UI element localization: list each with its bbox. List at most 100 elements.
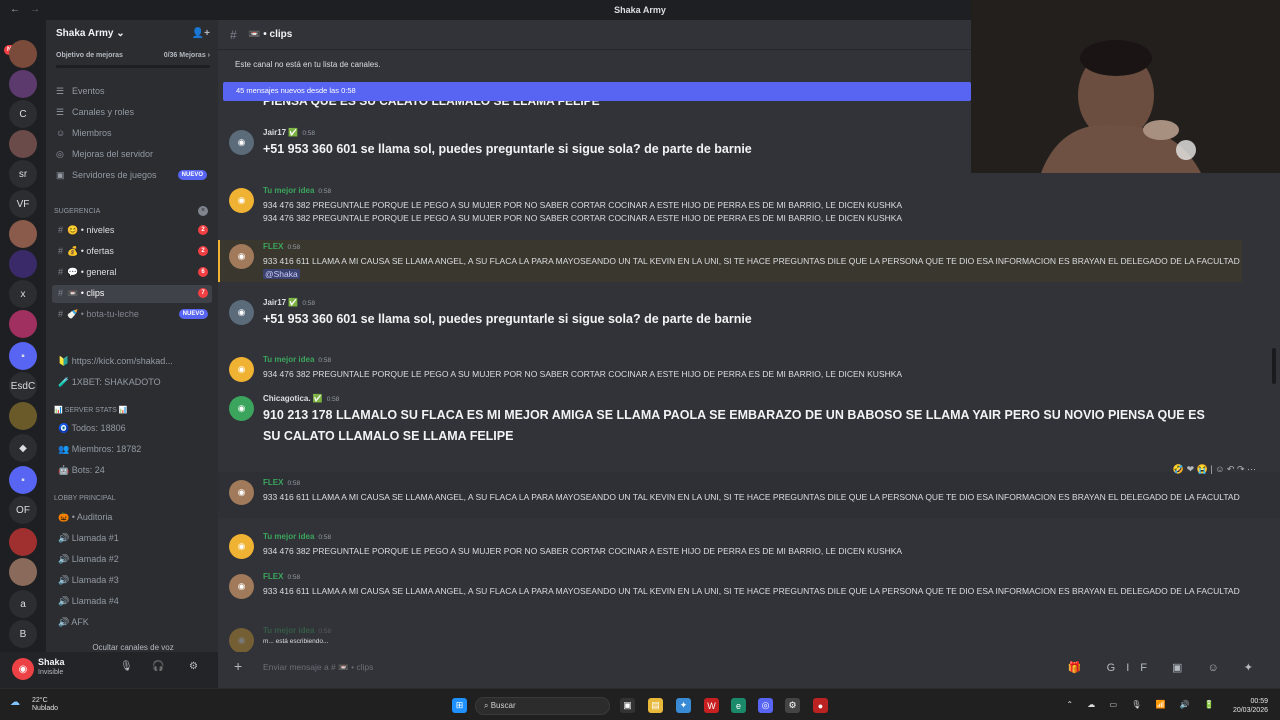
stat-label: 🤖 Bots: 24 [58,465,105,475]
message-avatar[interactable]: ◉ [229,130,254,155]
server-icon[interactable] [9,558,37,586]
message-avatar[interactable]: ◉ [229,300,254,325]
message-avatar[interactable]: ◉ [229,396,254,421]
file-explorer-icon[interactable]: ▤ [648,698,663,713]
stat-channel[interactable]: 🤖 Bots: 24 [52,462,212,480]
link-channel[interactable]: 🔰 https://kick.com/shakad... [52,353,212,371]
message-avatar[interactable]: ◉ [229,574,254,599]
server-header[interactable]: Shaka Army ⌄ 👤+ [46,20,218,50]
server-icon[interactable] [9,40,37,68]
boost-goal[interactable]: Objetivo de mejoras 0/36 Mejoras › [56,52,210,59]
message-author[interactable]: Jair17 ✅ [263,128,298,137]
message-author[interactable]: Chicagotica. ✅ [263,394,323,403]
windows-start-icon[interactable]: ⊞ [452,698,467,713]
server-icon[interactable] [9,220,37,248]
sidebar-nav-item[interactable]: ☺ Miembros [56,128,211,138]
app-settings-icon[interactable]: ⚙ [785,698,800,713]
unread-count: 7 [198,288,208,298]
voice-channel[interactable]: 🔊 Llamada #3 [52,572,212,590]
sidebar-nav-item[interactable]: ▣ Servidores de juegos NUEVO [56,170,211,181]
voice-channel[interactable]: 🎃 • Auditoria [52,509,212,527]
edge-browser-icon[interactable]: e [731,698,746,713]
weather-widget[interactable]: ☁ 22°C Nublado [10,697,58,713]
channel-item[interactable]: # 😊 • niveles 2 [52,222,212,240]
stat-channel[interactable]: 🧿 Todos: 18806 [52,420,212,438]
server-icon[interactable]: ▪ [9,466,37,494]
voice-channel[interactable]: 🔊 AFK [52,614,212,632]
message-avatar[interactable]: ◉ [229,188,254,213]
voice-channel[interactable]: 🔊 Llamada #4 [52,593,212,611]
server-icon[interactable] [9,250,37,278]
server-icon[interactable]: C [9,100,37,128]
server-icon[interactable] [9,130,37,158]
voice-channel[interactable]: 🔊 Llamada #1 [52,530,212,548]
unread-count: 2 [198,246,208,256]
link-channel[interactable]: 🧪 1XBET: SHAKADOTO [52,374,212,392]
channel-name: 📼 • clips [248,29,293,40]
message-author[interactable]: FLEX [263,478,283,487]
boost-label: Objetivo de mejoras [56,52,123,59]
message-author[interactable]: Jair17 ✅ [263,298,298,307]
invite-user-icon[interactable]: 👤+ [192,28,210,39]
attach-plus-icon[interactable]: + [234,658,242,674]
server-icon[interactable]: B [9,620,37,648]
message-author[interactable]: Tu mejor idea [263,186,314,195]
server-icon[interactable]: sr [9,160,37,188]
composer-tools[interactable]: 🎁 GIF ▣ ☺ ✦ [1068,661,1264,674]
user-avatar[interactable]: ◉ [12,658,34,680]
server-icon[interactable] [9,70,37,98]
message-author[interactable]: Tu mejor idea [263,355,314,364]
message-timestamp: 0:58 [287,574,301,581]
message-avatar[interactable]: ◉ [229,244,254,269]
server-icon[interactable]: EsdC [9,372,37,400]
server-icon[interactable]: x [9,280,37,308]
server-icon[interactable]: ▪ [9,342,37,370]
close-suggestion-icon[interactable]: × [198,206,208,216]
message-avatar[interactable]: ◉ [229,534,254,559]
user-mention[interactable]: @Shaka [263,269,300,279]
settings-gear-icon[interactable]: ⚙ [189,661,198,672]
sidebar-nav-item[interactable]: ☰ Canales y roles [56,107,211,118]
new-messages-bar[interactable]: 45 mensajes nuevos desde las 0:58 [223,82,971,101]
stat-channel[interactable]: 👥 Miembros: 18782 [52,441,212,459]
server-icon[interactable]: VF [9,190,37,218]
discord-taskbar-icon[interactable]: ◎ [758,698,773,713]
app-red-icon[interactable]: W [704,698,719,713]
app-record-icon[interactable]: ● [813,698,828,713]
server-icon[interactable] [9,402,37,430]
sidebar-nav-item[interactable]: ◎ Mejoras del servidor [56,149,211,160]
system-tray[interactable]: ⌃ ☁ ▭ 🎙 📶 🔊 🔋 [1066,700,1220,709]
message-author[interactable]: Tu mejor idea [263,532,314,541]
channel-item[interactable]: # 💰 • ofertas 2 [52,243,212,261]
channel-item[interactable]: # 📼 • clips 7 [52,285,212,303]
message-author[interactable]: FLEX [263,242,283,251]
search-icon: ⌕ [484,701,491,710]
message-avatar[interactable]: ◉ [229,357,254,382]
message-text: 933 416 611 LLAMA A MI CAUSA SE LLAMA AN… [263,491,1263,504]
message-author[interactable]: Tu mejor idea [263,626,314,635]
channel-label: 💰 • ofertas [67,246,114,256]
headset-icon[interactable]: 🎧 [152,661,164,672]
microphone-icon[interactable]: 🎙 [120,661,133,672]
task-view-icon[interactable]: ▣ [620,698,635,713]
message-actions[interactable]: 🤣 ❤ 😭 | ☺ ↶ ↷ ⋯ [1173,464,1256,480]
channel-item[interactable]: # 🍼 • bota-tu-leche NUEVO [52,306,212,324]
server-icon[interactable] [9,310,37,338]
message-author[interactable]: FLEX [263,572,283,581]
message-input[interactable]: Enviar mensaje a # 📼 • clips [263,662,373,673]
voice-channel[interactable]: 🔊 Llamada #2 [52,551,212,569]
message-avatar[interactable]: ◉ [229,480,254,505]
clock[interactable]: 00:59 20/03/2026 [1233,697,1268,715]
channel-item[interactable]: # 💬 • general 6 [52,264,212,282]
taskbar-search[interactable]: ⌕ Buscar [475,697,610,715]
message-body: 934 476 382 PREGUNTALE PORQUE LE PEGO A … [263,369,903,379]
copilot-icon[interactable]: ✦ [676,698,691,713]
windows-taskbar: ☁ 22°C Nublado ⊞ ⌕ Buscar ▣ ▤ ✦ W e ◎ ⚙ … [0,688,1280,720]
scrollbar[interactable] [1272,348,1276,384]
sidebar-nav-item[interactable]: ☰ Eventos [56,86,211,97]
server-icon[interactable] [9,528,37,556]
message-avatar[interactable]: ◉ [229,628,254,652]
server-icon[interactable]: OF [9,496,37,524]
server-icon[interactable]: a [9,590,37,618]
server-icon[interactable]: ◆ [9,434,37,462]
